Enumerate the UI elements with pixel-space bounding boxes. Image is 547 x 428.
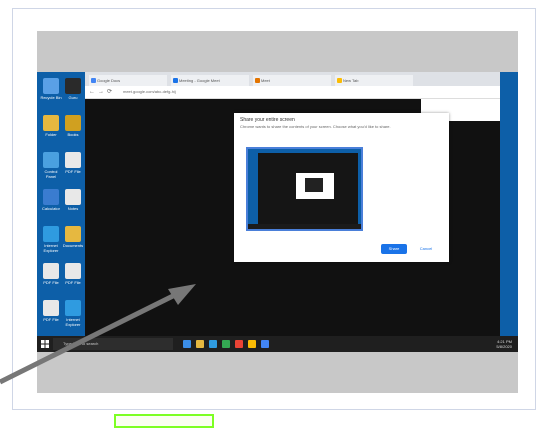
desktop-icon-label: Notes — [67, 206, 79, 211]
desktop-app-icon — [43, 115, 59, 131]
desktop-icon-label: Control Panel — [44, 169, 58, 179]
cancel-button[interactable]: Cancel — [413, 244, 439, 254]
taskbar-app-icon[interactable] — [235, 340, 243, 348]
desktop-app-icon — [65, 263, 81, 279]
screen-thumbnail[interactable] — [246, 147, 363, 231]
thumbnail-taskbar — [248, 224, 361, 229]
desktop-screenshot: Recycle Bin Guru Folder Books Control Panel P… — [37, 72, 518, 352]
desktop-icon-label: PDF File — [43, 317, 59, 322]
thumbnail-dialog — [296, 173, 334, 199]
desktop-icon[interactable]: Documents — [62, 226, 84, 254]
desktop-app-icon — [65, 78, 81, 94]
windows-start-icon[interactable] — [41, 340, 49, 348]
taskbar-app-icon[interactable] — [209, 340, 217, 348]
desktop-app-icon — [43, 189, 59, 205]
desktop-icon[interactable]: Folder — [40, 115, 62, 143]
tab-favicon-icon — [91, 78, 96, 83]
desktop-icon[interactable]: Internet Explorer — [40, 226, 62, 254]
thumbnail-window — [258, 153, 358, 227]
desktop-app-icon — [43, 78, 59, 94]
desktop-icon-label: PDF File — [43, 280, 59, 285]
desktop-icon-label: Books — [67, 132, 79, 137]
browser-tab[interactable]: Google Docs — [89, 75, 167, 86]
desktop-app-icon — [43, 300, 59, 316]
browser-tab[interactable]: New Tab — [335, 75, 413, 86]
tab-favicon-icon — [337, 78, 342, 83]
url-field[interactable]: meet.google.com/abc-defg-hij — [123, 88, 353, 96]
desktop-icon[interactable]: Calculator — [40, 189, 62, 217]
browser-window: Google Docs Meeting - Google Meet Meet New … — [85, 72, 500, 336]
taskbar-app-icon[interactable] — [222, 340, 230, 348]
taskbar: Type here to search 4:21 PM 5/8/2020 — [37, 336, 518, 352]
desktop-app-icon — [65, 189, 81, 205]
browser-tab[interactable]: Meet — [253, 75, 331, 86]
desktop-app-icon — [43, 263, 59, 279]
tab-label: Meeting - Google Meet — [179, 78, 220, 83]
tab-label: Meet — [261, 78, 270, 83]
desktop-icon-label: Internet Explorer — [43, 243, 59, 253]
desktop-icon[interactable]: PDF File — [40, 300, 62, 328]
desktop-app-icon — [65, 300, 81, 316]
tray-date: 5/8/2020 — [496, 344, 512, 349]
back-arrow-icon[interactable]: ← — [89, 88, 95, 96]
desktop-icon-label: Recycle Bin — [40, 95, 62, 100]
taskbar-app-icon[interactable] — [248, 340, 256, 348]
browser-tab[interactable]: Meeting - Google Meet — [171, 75, 249, 86]
desktop-icon-label: PDF File — [65, 280, 81, 285]
dialog-title: Share your entire screen — [240, 117, 295, 123]
reload-icon[interactable]: ⟳ — [107, 88, 112, 96]
desktop-icon-label: Calculator — [41, 206, 60, 211]
desktop-icon[interactable]: Control Panel — [40, 152, 62, 180]
desktop-icon[interactable]: Guru — [62, 78, 84, 106]
share-button[interactable]: Share — [381, 244, 407, 254]
desktop-app-icon — [43, 226, 59, 242]
taskbar-search-input[interactable]: Type here to search — [53, 338, 173, 350]
dialog-description: Chrome wants to share the contents of yo… — [240, 124, 391, 129]
desktop-app-icon — [65, 115, 81, 131]
highlight-box — [114, 414, 214, 428]
desktop-app-icon — [65, 226, 81, 242]
desktop-icon[interactable]: Notes — [62, 189, 84, 217]
desktop-icon[interactable]: PDF File — [62, 263, 84, 291]
desktop-icon-label: Documents — [62, 243, 84, 248]
taskbar-app-icon[interactable] — [196, 340, 204, 348]
desktop-right-edge — [500, 72, 518, 336]
tab-favicon-icon — [173, 78, 178, 83]
taskbar-app-icon[interactable] — [261, 340, 269, 348]
taskbar-app-icon[interactable] — [183, 340, 191, 348]
desktop-icon[interactable]: Internet Explorer — [62, 300, 84, 328]
desktop-icon-label: Internet Explorer — [65, 317, 81, 327]
share-screen-dialog: Share your entire screen Chrome wants to… — [234, 113, 449, 262]
desktop-icon[interactable]: Books — [62, 115, 84, 143]
browser-address-bar: ← → ⟳ meet.google.com/abc-defg-hij — [85, 86, 500, 99]
forward-arrow-icon[interactable]: → — [98, 88, 104, 96]
desktop-icon-label: PDF File — [65, 169, 81, 174]
browser-tab-bar: Google Docs Meeting - Google Meet Meet New … — [85, 72, 500, 86]
desktop-app-icon — [65, 152, 81, 168]
desktop-icon[interactable]: Recycle Bin — [40, 78, 62, 106]
desktop-icon-label: Guru — [68, 95, 78, 100]
desktop-icon[interactable]: PDF File — [40, 263, 62, 291]
tab-favicon-icon — [255, 78, 260, 83]
desktop-icon[interactable]: PDF File — [62, 152, 84, 180]
tab-label: Google Docs — [97, 78, 121, 83]
system-tray-clock[interactable]: 4:21 PM 5/8/2020 — [496, 339, 512, 349]
desktop-app-icon — [43, 152, 59, 168]
desktop-icon-label: Folder — [45, 132, 57, 137]
tab-label: New Tab — [343, 78, 359, 83]
